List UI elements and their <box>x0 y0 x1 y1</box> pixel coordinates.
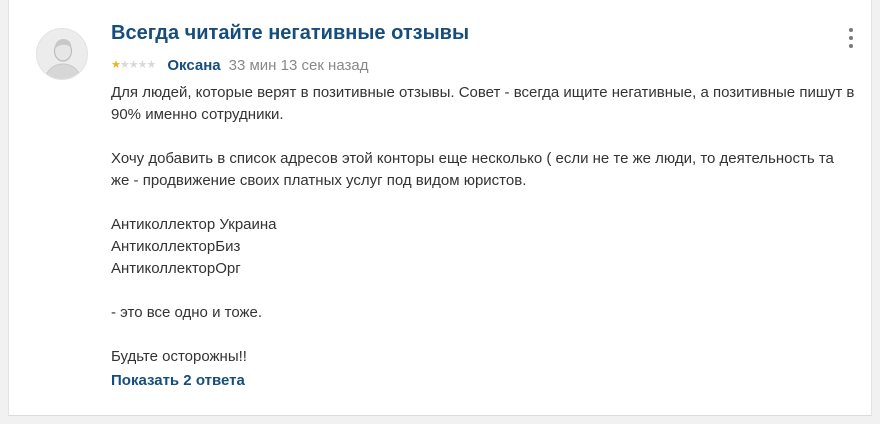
review-paragraph: Для людей, которые верят в позитивные от… <box>111 84 855 123</box>
review-body: Для людей, которые верят в позитивные от… <box>111 82 856 368</box>
review-line: АнтиколлекторБиз <box>111 238 241 255</box>
menu-dot <box>849 44 853 48</box>
review-meta: ★ ★ ★ ★ ★ Оксана 33 мин 13 сек назад <box>111 56 368 74</box>
menu-dot <box>849 36 853 40</box>
review-paragraph: - это все одно и тоже. <box>111 304 263 321</box>
star-icon: ★ <box>111 58 121 71</box>
review-paragraph: Хочу добавить в список адресов этой конт… <box>111 150 834 189</box>
show-replies-link[interactable]: Показать 2 ответа <box>111 372 245 389</box>
more-vertical-icon[interactable] <box>845 28 857 48</box>
review-paragraph: Будьте осторожны!! <box>111 348 247 365</box>
menu-dot <box>849 28 853 32</box>
star-icon: ★ <box>137 58 148 71</box>
review-card: Всегда читайте негативные отзывы ★ ★ ★ ★ ★ О… <box>8 0 872 416</box>
review-line: АнтиколлекторОрг <box>111 260 241 277</box>
review-title[interactable]: Всегда читайте негативные отзывы <box>111 22 469 45</box>
review-author[interactable]: Оксана <box>167 57 220 74</box>
star-icon: ★ <box>128 58 139 71</box>
review-timestamp: 33 мин 13 сек назад <box>228 56 369 74</box>
star-icon: ★ <box>146 58 157 71</box>
review-line: Антиколлектор Украина <box>111 216 277 233</box>
star-icon: ★ <box>119 58 130 71</box>
user-avatar-icon <box>36 28 88 80</box>
rating-stars: ★ ★ ★ ★ ★ <box>111 58 157 71</box>
